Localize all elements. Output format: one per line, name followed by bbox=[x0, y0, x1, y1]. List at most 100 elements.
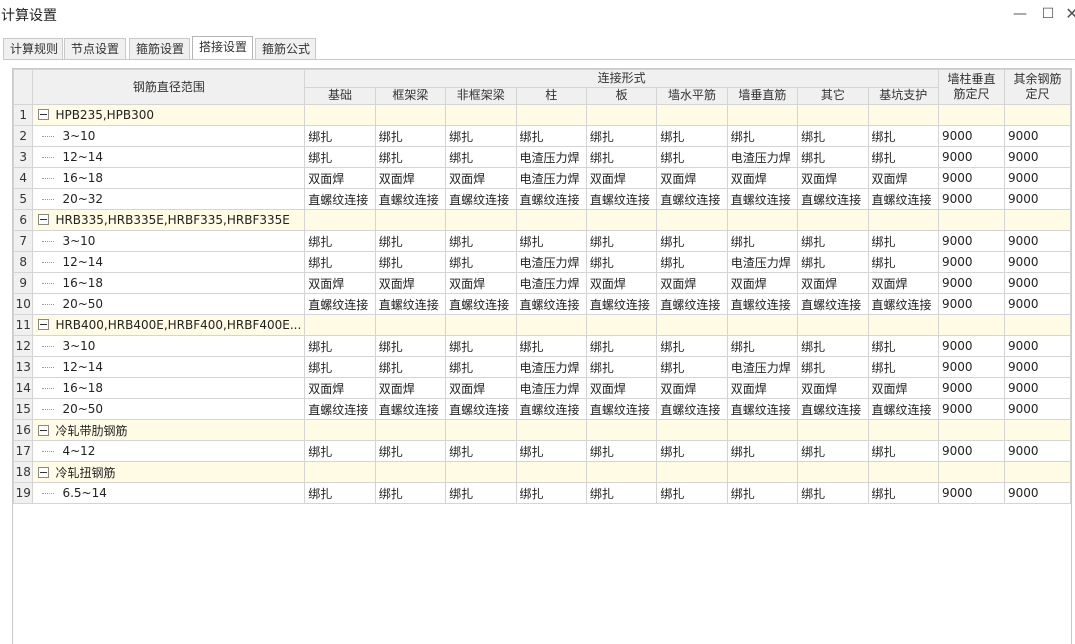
connection-cell[interactable] bbox=[797, 419, 869, 441]
connection-cell[interactable]: 直螺纹连接 bbox=[585, 188, 658, 210]
connection-cell[interactable]: 直螺纹连接 bbox=[867, 398, 939, 420]
connection-cell[interactable] bbox=[867, 419, 939, 441]
connection-cell[interactable] bbox=[656, 419, 728, 441]
connection-cell[interactable]: 绑扎 bbox=[867, 251, 939, 273]
length-cell[interactable]: 9000 bbox=[937, 335, 1005, 357]
connection-cell[interactable]: 绑扎 bbox=[445, 251, 517, 273]
table-row[interactable]: 7 3~10 绑扎 绑扎 绑扎 绑扎 绑扎 绑扎 绑扎 绑扎 绑扎 9000 9000 bbox=[13, 230, 1071, 252]
connection-cell[interactable]: 直螺纹连接 bbox=[585, 398, 658, 420]
connection-cell[interactable]: 绑扎 bbox=[374, 251, 447, 273]
connection-cell[interactable]: 绑扎 bbox=[656, 482, 728, 504]
connection-cell[interactable]: 电渣压力焊 bbox=[726, 356, 799, 378]
connection-cell[interactable]: 双面焊 bbox=[585, 377, 658, 399]
length-cell[interactable]: 9000 bbox=[937, 230, 1005, 252]
connection-cell[interactable]: 直螺纹连接 bbox=[374, 398, 447, 420]
connection-cell[interactable]: 绑扎 bbox=[374, 356, 447, 378]
connection-cell[interactable]: 绑扎 bbox=[374, 230, 447, 252]
connection-cell[interactable] bbox=[797, 209, 869, 231]
collapse-icon[interactable] bbox=[38, 214, 50, 225]
connection-cell[interactable]: 绑扎 bbox=[585, 356, 658, 378]
length-cell[interactable] bbox=[1003, 314, 1071, 336]
connection-cell[interactable]: 绑扎 bbox=[797, 356, 869, 378]
connection-cell[interactable]: 直螺纹连接 bbox=[304, 188, 376, 210]
connection-cell[interactable]: 双面焊 bbox=[797, 377, 869, 399]
connection-cell[interactable]: 绑扎 bbox=[374, 125, 447, 147]
connection-cell[interactable]: 双面焊 bbox=[797, 272, 869, 294]
group-row[interactable]: 18 冷轧扭钢筋 bbox=[13, 461, 1071, 483]
length-cell[interactable] bbox=[937, 461, 1005, 483]
connection-cell[interactable]: 绑扎 bbox=[726, 335, 799, 357]
connection-cell[interactable] bbox=[867, 104, 939, 126]
connection-cell[interactable] bbox=[585, 209, 658, 231]
tab-lap-settings[interactable]: 搭接设置 bbox=[192, 36, 253, 60]
connection-cell[interactable]: 双面焊 bbox=[585, 167, 658, 189]
connection-cell[interactable]: 绑扎 bbox=[585, 125, 658, 147]
table-row[interactable]: 2 3~10 绑扎 绑扎 绑扎 绑扎 绑扎 绑扎 绑扎 绑扎 绑扎 9000 9000 bbox=[13, 125, 1071, 147]
connection-cell[interactable]: 直螺纹连接 bbox=[515, 188, 587, 210]
connection-cell[interactable] bbox=[656, 209, 728, 231]
length-cell[interactable]: 9000 bbox=[1003, 188, 1071, 210]
length-cell[interactable]: 9000 bbox=[937, 398, 1005, 420]
connection-cell[interactable]: 双面焊 bbox=[374, 167, 447, 189]
length-cell[interactable]: 9000 bbox=[1003, 356, 1071, 378]
connection-cell[interactable] bbox=[585, 461, 658, 483]
length-cell[interactable] bbox=[1003, 419, 1071, 441]
connection-cell[interactable]: 直螺纹连接 bbox=[304, 398, 376, 420]
length-cell[interactable]: 9000 bbox=[1003, 377, 1071, 399]
length-cell[interactable]: 9000 bbox=[937, 125, 1005, 147]
connection-cell[interactable] bbox=[726, 314, 799, 336]
length-cell[interactable]: 9000 bbox=[937, 188, 1005, 210]
connection-cell[interactable] bbox=[726, 209, 799, 231]
connection-cell[interactable]: 双面焊 bbox=[304, 377, 376, 399]
connection-cell[interactable]: 直螺纹连接 bbox=[726, 293, 799, 315]
connection-cell[interactable]: 绑扎 bbox=[374, 482, 447, 504]
connection-cell[interactable]: 双面焊 bbox=[867, 377, 939, 399]
table-row[interactable]: 19 6.5~14 绑扎 绑扎 绑扎 绑扎 绑扎 绑扎 绑扎 绑扎 绑扎 9000 9000 bbox=[13, 482, 1071, 504]
connection-cell[interactable]: 绑扎 bbox=[445, 230, 517, 252]
connection-cell[interactable]: 绑扎 bbox=[656, 146, 728, 168]
connection-cell[interactable]: 直螺纹连接 bbox=[867, 188, 939, 210]
length-cell[interactable]: 9000 bbox=[1003, 482, 1071, 504]
connection-cell[interactable]: 绑扎 bbox=[867, 356, 939, 378]
connection-cell[interactable]: 绑扎 bbox=[797, 146, 869, 168]
connection-cell[interactable] bbox=[304, 209, 376, 231]
collapse-icon[interactable] bbox=[38, 424, 50, 436]
table-row[interactable]: 12 3~10 绑扎 绑扎 绑扎 绑扎 绑扎 绑扎 绑扎 绑扎 绑扎 9000 9000 bbox=[13, 335, 1071, 357]
length-cell[interactable] bbox=[1003, 104, 1071, 126]
connection-cell[interactable]: 绑扎 bbox=[445, 356, 517, 378]
connection-cell[interactable]: 绑扎 bbox=[726, 230, 799, 252]
connection-cell[interactable]: 绑扎 bbox=[304, 146, 376, 168]
minimize-button[interactable]: — bbox=[1010, 4, 1030, 24]
length-cell[interactable] bbox=[937, 314, 1005, 336]
table-row[interactable]: 10 20~50 直螺纹连接 直螺纹连接 直螺纹连接 直螺纹连接 直螺纹连接 直螺纹连接 直螺纹… bbox=[13, 293, 1071, 315]
connection-cell[interactable]: 绑扎 bbox=[867, 335, 939, 357]
connection-cell[interactable]: 绑扎 bbox=[445, 335, 517, 357]
connection-cell[interactable] bbox=[797, 314, 869, 336]
group-row[interactable]: 6 HRB335,HRB335E,HRBF335,HRBF335E bbox=[13, 209, 1071, 231]
connection-cell[interactable] bbox=[515, 461, 587, 483]
connection-cell[interactable]: 直螺纹连接 bbox=[515, 398, 587, 420]
connection-cell[interactable]: 绑扎 bbox=[585, 335, 658, 357]
connection-cell[interactable] bbox=[304, 461, 376, 483]
connection-cell[interactable]: 绑扎 bbox=[797, 482, 869, 504]
group-row[interactable]: 16 冷轧带肋钢筋 bbox=[13, 419, 1071, 441]
connection-cell[interactable]: 双面焊 bbox=[726, 272, 799, 294]
connection-cell[interactable] bbox=[445, 314, 517, 336]
connection-cell[interactable] bbox=[656, 104, 728, 126]
length-cell[interactable]: 9000 bbox=[1003, 251, 1071, 273]
table-row[interactable]: 4 16~18 双面焊 双面焊 双面焊 电渣压力焊 双面焊 双面焊 双面焊 双面焊 双面焊 9000 9… bbox=[13, 167, 1071, 189]
connection-cell[interactable]: 双面焊 bbox=[726, 377, 799, 399]
length-cell[interactable]: 9000 bbox=[937, 146, 1005, 168]
connection-cell[interactable]: 电渣压力焊 bbox=[515, 356, 587, 378]
connection-cell[interactable] bbox=[445, 419, 517, 441]
connection-cell[interactable]: 双面焊 bbox=[867, 167, 939, 189]
connection-cell[interactable] bbox=[797, 104, 869, 126]
connection-cell[interactable]: 直螺纹连接 bbox=[797, 188, 869, 210]
connection-cell[interactable] bbox=[797, 461, 869, 483]
connection-cell[interactable]: 绑扎 bbox=[374, 440, 447, 462]
connection-cell[interactable]: 电渣压力焊 bbox=[515, 167, 587, 189]
connection-cell[interactable] bbox=[726, 419, 799, 441]
length-cell[interactable]: 9000 bbox=[937, 356, 1005, 378]
connection-cell[interactable]: 绑扎 bbox=[585, 230, 658, 252]
length-cell[interactable] bbox=[937, 104, 1005, 126]
